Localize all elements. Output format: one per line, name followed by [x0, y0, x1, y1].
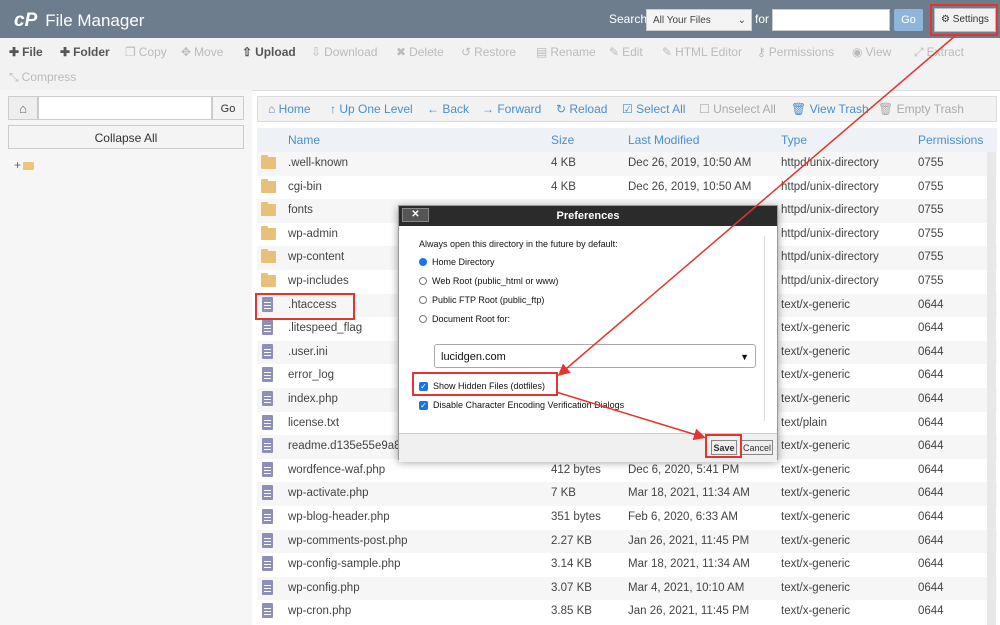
arrow-settings-to-checkbox	[557, 35, 956, 376]
arrow-checkbox-to-save	[555, 391, 706, 441]
annotation-arrows	[555, 35, 956, 441]
